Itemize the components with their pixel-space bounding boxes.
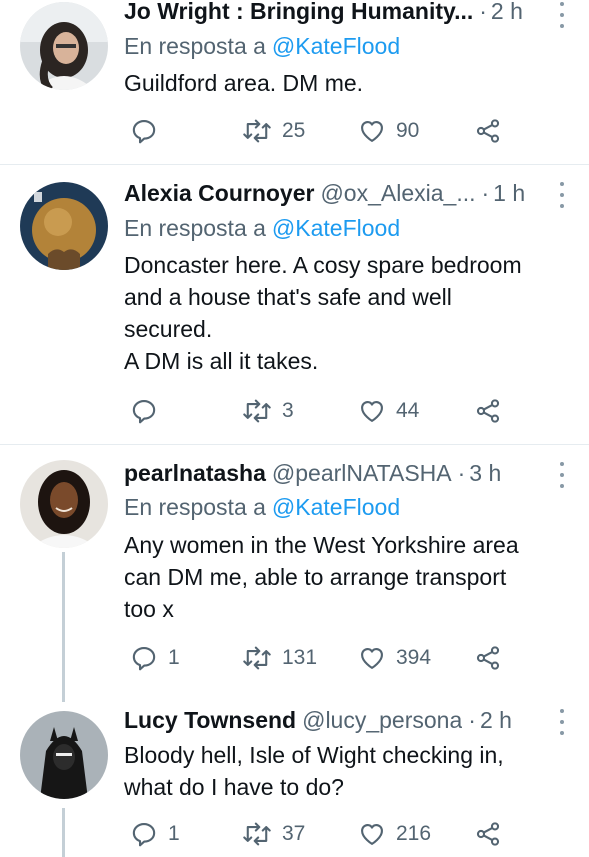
display-name[interactable]: Lucy Townsend <box>124 707 296 734</box>
more-options-icon[interactable] <box>557 182 567 208</box>
share-button[interactable] <box>474 643 502 673</box>
tweet-header: pearlnatasha @pearlNATASHA · 3 h <box>124 460 569 494</box>
tweet-header: Lucy Townsend @lucy_persona · 2 h <box>124 707 569 741</box>
action-bar: 25 90 <box>124 116 524 146</box>
share-icon <box>476 119 500 143</box>
action-bar: 1 131 394 <box>124 643 524 673</box>
like-count: 90 <box>396 119 420 142</box>
tweet-lucy-townsend[interactable]: Lucy Townsend @lucy_persona · 2 h Bloody… <box>0 701 589 857</box>
timestamp[interactable]: 2 h <box>491 0 523 25</box>
like-button[interactable]: 44 <box>358 396 419 426</box>
reply-button[interactable]: 1 <box>130 819 180 849</box>
separator-dot: · <box>481 180 490 206</box>
mention-link[interactable]: @KateFlood <box>272 215 400 241</box>
display-name[interactable]: Jo Wright : Bringing Humanity... <box>124 0 473 25</box>
share-icon <box>476 399 500 423</box>
reply-count: 1 <box>168 646 180 669</box>
reply-button[interactable] <box>130 116 168 146</box>
retweet-count: 3 <box>282 399 294 422</box>
like-count: 216 <box>396 822 432 845</box>
separator-dot: · <box>479 0 487 24</box>
more-options-icon[interactable] <box>557 2 567 28</box>
reply-prefix: En resposta a <box>124 494 266 520</box>
replies-feed: Jo Wright : Bringing Humanity... · 2 h E… <box>0 0 589 857</box>
avatar[interactable] <box>20 182 108 270</box>
share-icon <box>476 822 500 846</box>
in-reply-to: En resposta a @KateFlood <box>124 215 400 242</box>
like-button[interactable]: 394 <box>358 643 431 673</box>
retweet-button[interactable]: 25 <box>242 116 305 146</box>
action-bar: 1 37 216 <box>124 819 524 849</box>
timestamp[interactable]: 3 h <box>469 460 501 487</box>
reply-icon <box>132 647 156 671</box>
reply-count: 1 <box>168 822 180 845</box>
retweet-count: 131 <box>282 646 318 669</box>
avatar[interactable] <box>20 2 108 90</box>
retweet-button[interactable]: 131 <box>242 643 317 673</box>
mention-link[interactable]: @KateFlood <box>272 494 400 520</box>
share-button[interactable] <box>474 116 502 146</box>
separator-dot: · <box>468 707 476 733</box>
avatar[interactable] <box>20 711 108 799</box>
tweet-alexia-cournoyer[interactable]: Alexia Cournoyer @ox_Alexia_... · 1 h En… <box>0 165 589 444</box>
retweet-icon <box>243 646 271 670</box>
action-bar: 3 44 <box>124 396 524 426</box>
avatar[interactable] <box>20 460 108 548</box>
like-icon <box>361 647 383 669</box>
retweet-icon <box>243 399 271 423</box>
in-reply-to: En resposta a @KateFlood <box>124 494 400 521</box>
tweet-text: Doncaster here. A cosy spare bedroom and… <box>124 252 522 374</box>
timestamp[interactable]: 1 h <box>493 180 525 207</box>
like-count: 394 <box>396 646 432 669</box>
user-handle[interactable]: @lucy_persona <box>302 707 462 734</box>
reply-icon <box>132 823 156 847</box>
like-icon <box>361 120 383 142</box>
retweet-button[interactable]: 37 <box>242 819 305 849</box>
reply-prefix: En resposta a <box>124 215 266 241</box>
in-reply-to: En resposta a @KateFlood <box>124 33 400 60</box>
like-icon <box>361 823 383 845</box>
display-name[interactable]: Alexia Cournoyer <box>124 180 314 207</box>
separator-dot: · <box>457 460 466 486</box>
tweet-text: Guildford area. DM me. <box>124 70 364 96</box>
tweet-header: Jo Wright : Bringing Humanity... · 2 h <box>124 0 569 32</box>
reply-button[interactable] <box>130 396 168 426</box>
user-handle[interactable]: @ox_Alexia_... <box>320 180 475 207</box>
user-handle[interactable]: @pearlNATASHA <box>272 460 452 487</box>
retweet-count: 25 <box>282 119 306 142</box>
mention-link[interactable]: @KateFlood <box>272 33 400 59</box>
tweet-pearlnatasha[interactable]: pearlnatasha @pearlNATASHA · 3 h En resp… <box>0 445 589 701</box>
share-icon <box>476 646 500 670</box>
retweet-button[interactable]: 3 <box>242 396 294 426</box>
reply-button[interactable]: 1 <box>130 643 180 673</box>
retweet-icon <box>243 119 271 143</box>
retweet-icon <box>243 822 271 846</box>
tweet-text: Bloody hell, Isle of Wight checking in, … <box>124 742 504 800</box>
tweet-header: Alexia Cournoyer @ox_Alexia_... · 1 h <box>124 180 569 214</box>
tweet-jo-wright[interactable]: Jo Wright : Bringing Humanity... · 2 h E… <box>0 0 589 164</box>
more-options-icon[interactable] <box>557 462 567 488</box>
like-button[interactable]: 90 <box>358 116 419 146</box>
like-count: 44 <box>396 399 420 422</box>
like-button[interactable]: 216 <box>358 819 431 849</box>
reply-icon <box>132 120 156 144</box>
display-name[interactable]: pearlnatasha <box>124 460 266 487</box>
tweet-text: Any women in the West Yorkshire area can… <box>124 532 519 622</box>
more-options-icon[interactable] <box>557 709 567 735</box>
retweet-count: 37 <box>282 822 306 845</box>
share-button[interactable] <box>474 396 502 426</box>
timestamp[interactable]: 2 h <box>480 707 512 734</box>
reply-icon <box>132 400 156 424</box>
share-button[interactable] <box>474 819 502 849</box>
like-icon <box>361 400 383 422</box>
reply-prefix: En resposta a <box>124 33 266 59</box>
